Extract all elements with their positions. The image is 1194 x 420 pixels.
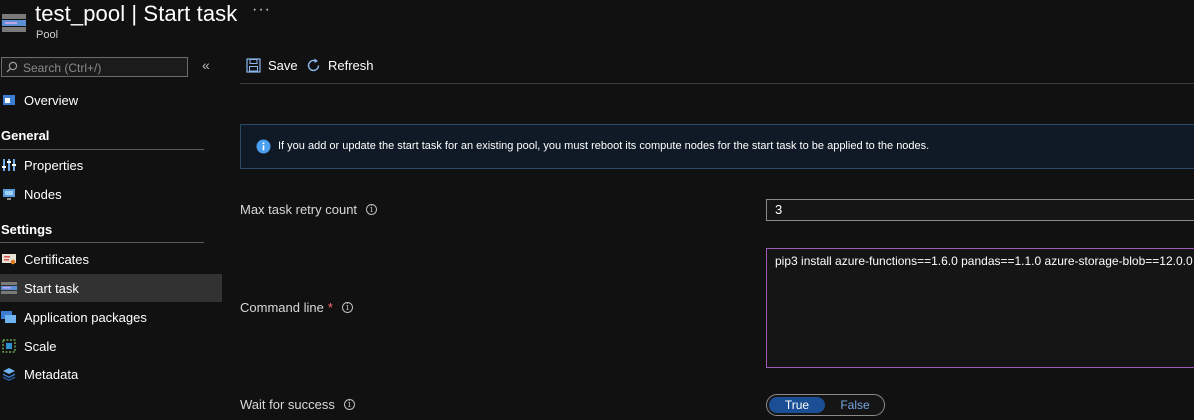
info-tooltip-icon[interactable]: i	[343, 399, 355, 410]
search-placeholder: Search (Ctrl+/)	[23, 61, 102, 75]
nodes-icon	[1, 186, 17, 202]
search-input[interactable]: Search (Ctrl+/)	[1, 57, 188, 77]
sidebar-item-scale[interactable]: Scale	[0, 332, 222, 360]
sidebar-item-certificates[interactable]: Certificates	[0, 245, 222, 273]
wait-for-success-toggle[interactable]: True False	[766, 394, 885, 416]
sidebar-item-start-task[interactable]: Start task	[0, 274, 222, 302]
collapse-sidebar-button[interactable]: «	[202, 57, 210, 73]
sidebar-item-metadata[interactable]: Metadata	[0, 360, 222, 388]
resource-icon	[2, 12, 26, 34]
search-icon	[6, 61, 18, 76]
overview-icon	[1, 92, 17, 108]
toggle-option-true[interactable]: True	[769, 397, 825, 413]
refresh-icon	[306, 58, 321, 73]
info-tooltip-icon[interactable]: i	[366, 204, 378, 215]
wait-for-success-label: Wait for success i	[240, 397, 355, 412]
more-options-button[interactable]: ···	[252, 1, 271, 19]
command-line-label: Command line * i	[240, 300, 353, 315]
save-button[interactable]: Save	[246, 58, 298, 73]
info-icon	[256, 139, 271, 157]
metadata-icon	[1, 366, 17, 382]
section-divider	[0, 149, 204, 150]
properties-icon	[1, 157, 17, 173]
page-title: test_pool | Start task	[35, 1, 238, 26]
sidebar-item-overview[interactable]: Overview	[0, 86, 222, 114]
section-divider	[0, 242, 204, 243]
refresh-button[interactable]: Refresh	[306, 58, 374, 73]
info-banner-text: If you add or update the start task for …	[278, 140, 930, 152]
app-packages-icon	[1, 309, 17, 325]
info-tooltip-icon[interactable]: i	[341, 302, 353, 313]
sidebar-item-application-packages[interactable]: Application packages	[0, 303, 222, 331]
certificate-icon	[1, 251, 17, 267]
command-line-textarea[interactable]: pip3 install azure-functions==1.6.0 pand…	[766, 248, 1194, 368]
toggle-option-false[interactable]: False	[827, 397, 883, 413]
section-general: General	[1, 128, 50, 143]
start-task-icon	[1, 280, 17, 296]
sidebar-item-nodes[interactable]: Nodes	[0, 180, 222, 208]
toolbar-divider	[240, 83, 1194, 84]
retry-count-input[interactable]: 3	[766, 199, 1194, 221]
save-icon	[246, 58, 261, 73]
retry-count-label: Max task retry count i	[240, 202, 378, 217]
scale-icon	[1, 338, 17, 354]
page-subtitle: Pool	[36, 29, 59, 41]
section-settings: Settings	[1, 222, 53, 237]
sidebar-item-properties[interactable]: Properties	[0, 151, 222, 179]
info-banner: If you add or update the start task for …	[240, 124, 1194, 169]
required-indicator: *	[327, 300, 333, 315]
